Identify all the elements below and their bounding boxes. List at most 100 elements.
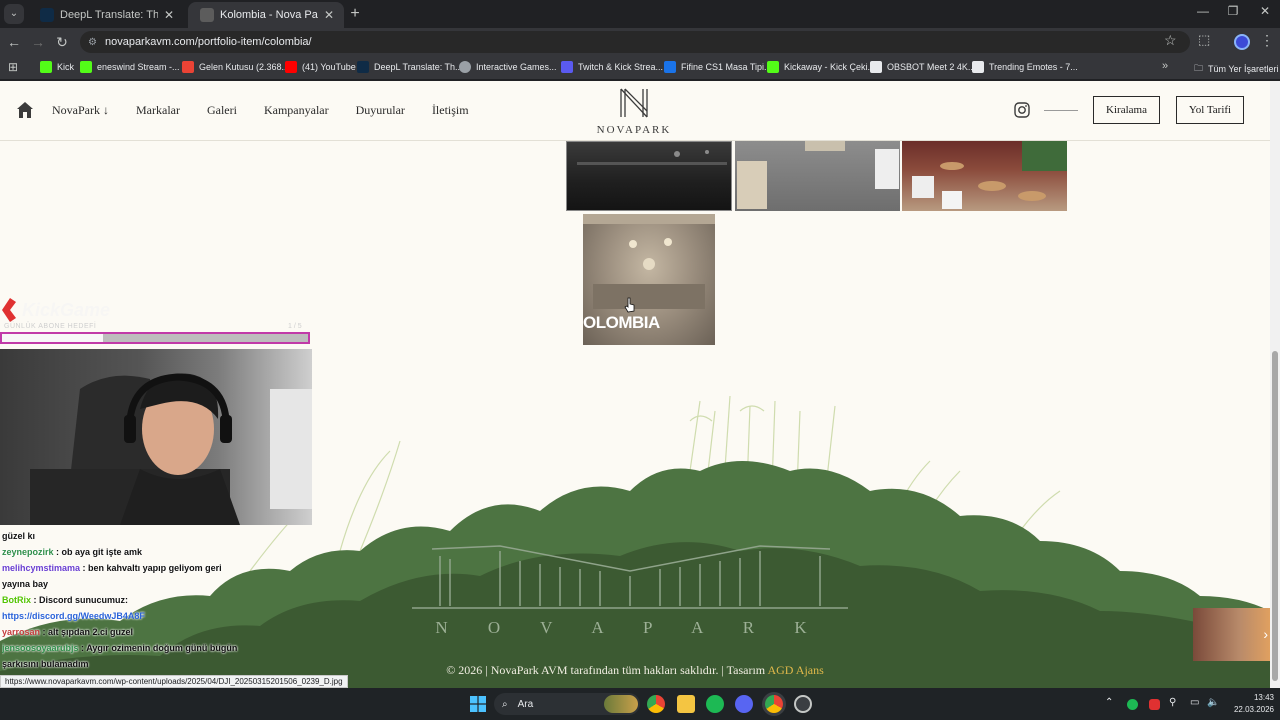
spotify-tray-icon[interactable] bbox=[1127, 699, 1138, 710]
chat-message: jensoosoyaarubjs : Aygır ozimenin doğum … bbox=[2, 640, 302, 656]
forward-arrow-icon[interactable]: → bbox=[28, 32, 48, 52]
logo-monogram-icon bbox=[620, 88, 648, 118]
bookmark-twitch-kick[interactable]: Twitch & Kick Strea... bbox=[561, 61, 663, 73]
chrome-icon[interactable] bbox=[647, 695, 665, 713]
footer-brand: N O V A P A R K bbox=[435, 618, 824, 637]
deepl-favicon-icon bbox=[40, 8, 54, 22]
chat-message: BotRix : Discord sunucumuz: bbox=[2, 592, 302, 608]
nav-novapark[interactable]: NovaPark ↓ bbox=[52, 103, 109, 118]
bookmark-youtube[interactable]: (41) YouTube bbox=[285, 61, 356, 73]
windows-taskbar: ⌕ Ara ⌃ ⚲ ▭ 🔈 13:43 22.03.2026 bbox=[0, 688, 1280, 720]
more-bookmarks-icon[interactable]: » bbox=[1162, 60, 1168, 72]
tab-deepl[interactable]: DeepL Translate: The world's m ✕ bbox=[28, 2, 184, 28]
all-bookmarks-button[interactable]: 🗀 Tüm Yer İşaretleri bbox=[1194, 61, 1279, 77]
bookmark-7tv[interactable]: Trending Emotes - 7... bbox=[972, 61, 1078, 73]
bookmark-kickaway[interactable]: Kickaway - Kick Çeki... bbox=[767, 61, 875, 73]
nav-kampanyalar[interactable]: Kampanyalar bbox=[264, 103, 329, 118]
settings-gear-icon[interactable] bbox=[794, 695, 812, 713]
gallery-caption: OLOMBIA bbox=[583, 313, 660, 332]
bookmark-fifine[interactable]: Fifine CS1 Masa Tipi... bbox=[664, 61, 772, 73]
bookmark-deepl[interactable]: DeepL Translate: Th... bbox=[357, 61, 463, 73]
address-bar[interactable]: ⚙ novaparkavm.com/portfolio-item/colombi… bbox=[80, 31, 1190, 53]
nav-duyurular[interactable]: Duyurular bbox=[356, 103, 405, 118]
chevron-right-icon[interactable]: › bbox=[1263, 626, 1268, 642]
novapark-favicon-icon bbox=[200, 8, 214, 22]
discord-icon[interactable] bbox=[735, 695, 753, 713]
twitch-icon bbox=[561, 61, 573, 73]
gallery-image[interactable] bbox=[735, 141, 900, 211]
close-window-button[interactable]: ✕ bbox=[1250, 4, 1280, 18]
apps-grid-icon[interactable]: ⊞ bbox=[8, 60, 18, 74]
close-tab-icon[interactable]: ✕ bbox=[164, 8, 174, 22]
scrollbar-thumb[interactable] bbox=[1272, 351, 1278, 681]
taskbar-search[interactable]: ⌕ Ara bbox=[494, 693, 640, 715]
kiralama-button[interactable]: Kiralama bbox=[1093, 96, 1160, 124]
nav-markalar[interactable]: Markalar bbox=[136, 103, 180, 118]
bookmark-star-icon[interactable]: ☆ bbox=[1164, 32, 1177, 49]
record-tray-icon[interactable] bbox=[1149, 699, 1160, 710]
back-arrow-icon[interactable]: ← bbox=[4, 32, 24, 52]
bookmark-kick[interactable]: Kick bbox=[40, 61, 74, 73]
tab-strip: ⌄ DeepL Translate: The world's m ✕ Kolom… bbox=[0, 0, 1280, 28]
search-highlight-image bbox=[604, 695, 638, 713]
chat-text: yayına bay bbox=[2, 579, 49, 589]
file-explorer-icon[interactable] bbox=[677, 695, 695, 713]
system-clock[interactable]: 13:43 22.03.2026 bbox=[1226, 692, 1274, 716]
gallery-image[interactable] bbox=[566, 141, 732, 211]
kick-game-logo: KickGame bbox=[2, 298, 110, 322]
side-preview-thumbnail[interactable]: › bbox=[1193, 608, 1270, 661]
instagram-icon[interactable] bbox=[1014, 102, 1030, 118]
bookmark-interactive-games[interactable]: Interactive Games... bbox=[459, 61, 557, 73]
chat-text: güzel kı bbox=[2, 531, 36, 541]
logo-wordmark: NOVAPARK bbox=[596, 124, 672, 136]
subscriber-goal-bar bbox=[0, 332, 310, 344]
agency-link[interactable]: AGD Ajans bbox=[767, 663, 823, 677]
main-nav: NovaPark ↓ Markalar Galeri Kampanyalar D… bbox=[52, 103, 469, 118]
site-header: NovaPark ↓ Markalar Galeri Kampanyalar D… bbox=[0, 81, 1270, 141]
bookmark-eneswind[interactable]: eneswind Stream -... bbox=[80, 61, 180, 73]
tab-kolombia[interactable]: Kolombia - Nova Park ✕ bbox=[188, 2, 344, 28]
gallery-image-colombia[interactable]: OLOMBIA bbox=[583, 214, 715, 345]
volume-icon[interactable]: 🔈 bbox=[1207, 697, 1219, 708]
chat-text: : Aygır ozimenin doğum günü bügün bbox=[78, 643, 238, 653]
clock-date: 22.03.2026 bbox=[1233, 705, 1274, 714]
restore-button[interactable]: ❐ bbox=[1218, 4, 1248, 18]
tab-search-button[interactable]: ⌄ bbox=[4, 4, 24, 24]
webcam-image bbox=[30, 373, 312, 525]
home-icon[interactable] bbox=[16, 101, 34, 119]
windows-start-icon[interactable] bbox=[470, 696, 486, 712]
nav-iletisim[interactable]: İletişim bbox=[432, 103, 469, 118]
chat-text: şarkısını bulamadım bbox=[2, 659, 89, 669]
webcam-feed bbox=[0, 349, 312, 525]
new-tab-button[interactable]: + bbox=[346, 5, 364, 23]
minimize-button[interactable]: — bbox=[1188, 4, 1218, 18]
close-tab-icon[interactable]: ✕ bbox=[324, 8, 334, 22]
tray-expand-icon[interactable]: ⌃ bbox=[1105, 697, 1113, 708]
obsbot-icon bbox=[870, 61, 882, 73]
menu-kebab-icon[interactable]: ⋮ bbox=[1260, 32, 1274, 49]
language-icon[interactable]: ⚲ bbox=[1169, 697, 1176, 708]
spotify-icon[interactable] bbox=[706, 695, 724, 713]
chrome-active-icon[interactable] bbox=[765, 695, 783, 713]
extensions-icon[interactable]: ⬚ bbox=[1198, 32, 1210, 48]
goal-label: GÜNLÜK ABONE HEDEFİ bbox=[4, 323, 97, 330]
site-info-icon[interactable]: ⚙ bbox=[88, 37, 97, 48]
chat-message: güzel kı bbox=[2, 528, 302, 544]
clock-time: 13:43 bbox=[1253, 693, 1274, 702]
yol-tarifi-button[interactable]: Yol Tarifi bbox=[1176, 96, 1244, 124]
deepl-icon bbox=[357, 61, 369, 73]
arrow-down-icon: ↓ bbox=[103, 103, 109, 117]
nav-galeri[interactable]: Galeri bbox=[207, 103, 237, 118]
bookmark-obsbot[interactable]: OBSBOT Meet 2 4K... bbox=[870, 61, 975, 73]
tab-title: DeepL Translate: The world's m bbox=[60, 9, 158, 21]
chat-text: : ob aya git işte amk bbox=[53, 547, 143, 557]
gallery-image[interactable] bbox=[902, 141, 1067, 211]
reload-icon[interactable]: ↻ bbox=[52, 32, 72, 52]
hand-cursor-icon bbox=[624, 297, 635, 313]
profile-avatar[interactable] bbox=[1234, 34, 1250, 50]
bookmark-gmail[interactable]: Gelen Kutusu (2.368... bbox=[182, 61, 289, 73]
page-scrollbar[interactable] bbox=[1270, 81, 1280, 688]
novapark-logo[interactable]: NOVAPARK bbox=[575, 87, 693, 137]
goal-bar-fill bbox=[2, 334, 103, 342]
network-icon[interactable]: ▭ bbox=[1190, 697, 1199, 708]
